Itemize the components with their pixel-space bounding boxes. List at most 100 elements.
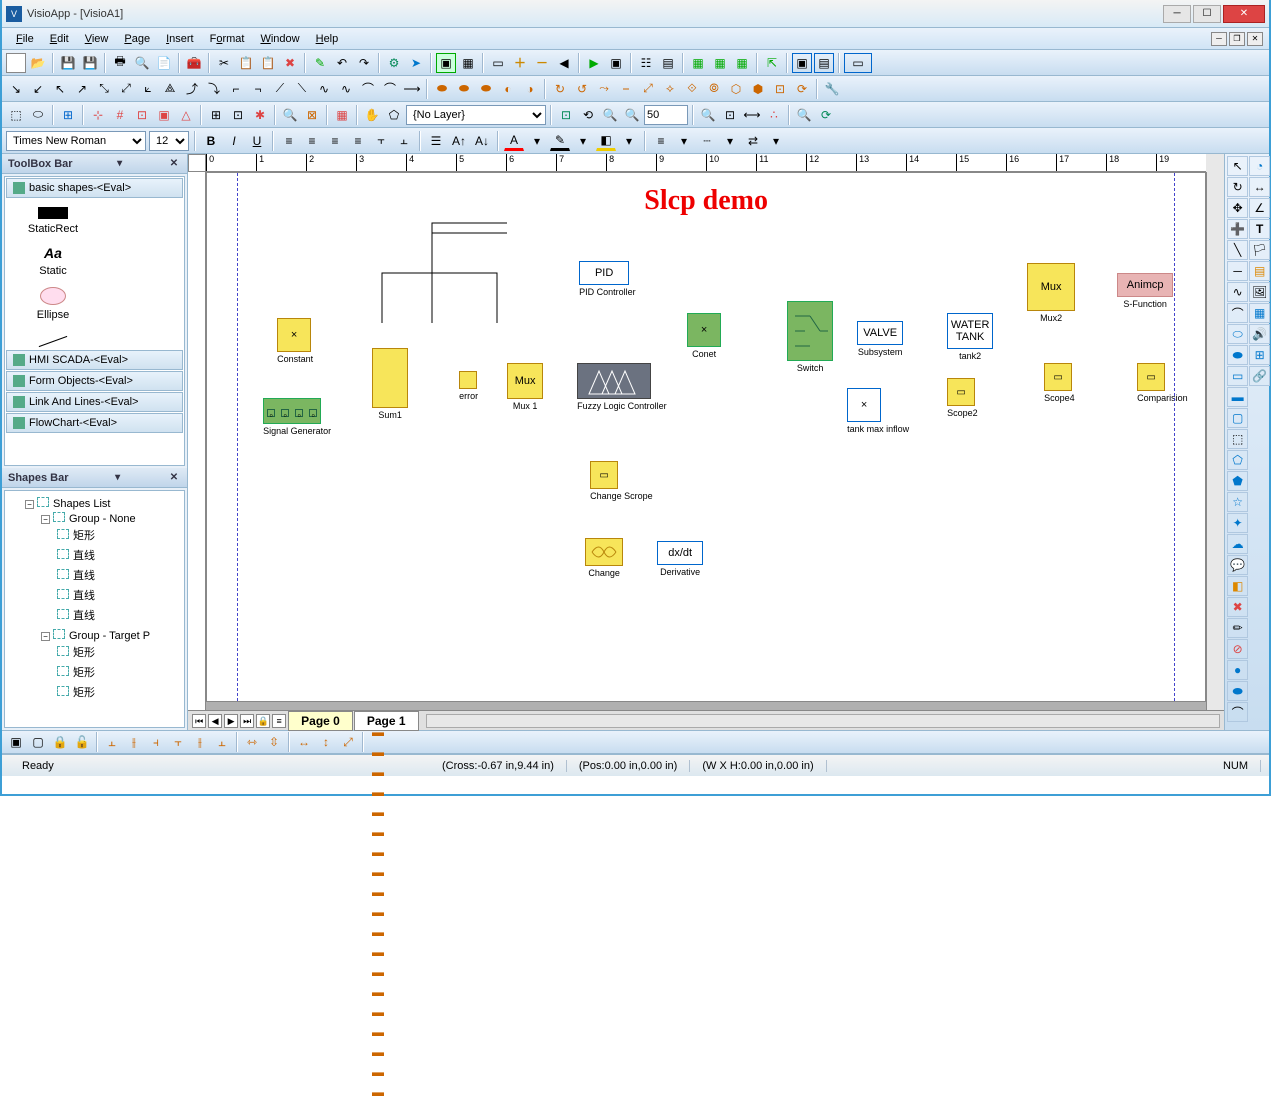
tree-item[interactable]: 矩形 [41,682,180,702]
conn2-icon[interactable]: ↙ [28,79,48,99]
mdi-close[interactable]: ✕ [1247,32,1263,46]
link-icon[interactable]: 🔗 [1249,366,1270,386]
hand-icon[interactable]: ✋ [362,105,382,125]
export-icon[interactable]: ⇱ [762,53,782,73]
arrow-icon[interactable]: ➤ [406,53,426,73]
filled-rect-icon[interactable]: ▬ [1227,387,1248,407]
page[interactable]: Slcp demo [206,172,1206,702]
conn18-icon[interactable]: ⌒ [380,79,400,99]
snap4-icon[interactable]: ▣ [154,105,174,125]
align-extra-icon[interactable]: ▬ [368,862,388,882]
tree-group[interactable]: −Group - None矩形直线直线直线直线 [25,510,180,627]
zoom-page-icon[interactable]: ⟷ [742,105,762,125]
inc-font-icon[interactable]: A↑ [449,131,469,151]
block-tank[interactable]: WATER TANKtank2 [947,313,993,361]
block-error[interactable]: error [459,371,478,401]
move-icon[interactable]: ✥ [1227,198,1248,218]
italic-icon[interactable]: I [224,131,244,151]
tab-page0[interactable]: Page 0 [288,711,353,731]
spray-icon[interactable]: ⊘ [1227,639,1248,659]
grid1-icon[interactable]: ▦ [688,53,708,73]
fill3-icon[interactable]: ⬬ [476,79,496,99]
undo-icon[interactable]: ↶ [332,53,352,73]
fill5-icon[interactable]: ◑ [520,79,540,99]
poly-icon[interactable]: ⬠ [1227,450,1248,470]
zoom1-icon[interactable]: 🔍 [280,105,300,125]
menu-edit[interactable]: Edit [42,30,77,48]
scrollbar-h[interactable] [426,714,1221,728]
zoom-x-icon[interactable]: 🔍 [794,105,814,125]
toolbox-cat-basic[interactable]: basic shapes-<Eval> [6,178,183,198]
pointer-icon[interactable]: ↖ [1227,156,1248,176]
align-extra-icon[interactable]: ▬ [368,1022,388,1042]
toolbox-cat-form[interactable]: Form Objects-<Eval> [6,371,183,391]
tree-item[interactable]: 直线 [41,565,180,585]
block-valve[interactable]: VALVESubsystem [857,321,903,357]
fit1-icon[interactable]: ⊡ [556,105,576,125]
conn11-icon[interactable]: ⌐ [226,79,246,99]
chevron-down-icon[interactable]: ▾ [720,131,740,151]
tab-first[interactable]: ⏮ [192,714,206,728]
delete-icon[interactable]: ✖ [280,53,300,73]
chevron-down-icon[interactable]: ▾ [674,131,694,151]
atop-icon[interactable]: ⫟ [168,732,188,752]
op1-icon[interactable]: ↻ [550,79,570,99]
align-extra-icon[interactable]: ▬ [368,1082,388,1102]
block-animcp[interactable]: AnimcpS-Function [1117,273,1173,309]
tab-last[interactable]: ⏭ [240,714,254,728]
minimize-button[interactable]: ─ [1163,5,1191,23]
op9-icon[interactable]: ⬡ [726,79,746,99]
disth-icon[interactable]: ⇿ [242,732,262,752]
menu-insert[interactable]: Insert [158,30,202,48]
block-mux1[interactable]: MuxMux 1 [507,363,543,411]
rect-icon[interactable]: ▭ [488,53,508,73]
meas-icon[interactable]: ↔ [1249,177,1270,197]
conn16-icon[interactable]: ∿ [336,79,356,99]
grid3-icon[interactable]: ▦ [732,53,752,73]
pin-icon[interactable]: ▾ [114,158,125,169]
group-icon[interactable]: ▣ [436,53,456,73]
arrow-style-icon[interactable]: ⇄ [743,131,763,151]
maximize-button[interactable]: ☐ [1193,5,1221,23]
linecolor-icon[interactable]: ✎ [550,131,570,151]
ellipse2-icon[interactable]: ⬭ [1227,324,1248,344]
distv-icon[interactable]: ⇳ [264,732,284,752]
chevron-down-icon[interactable]: ▾ [573,131,593,151]
block-conet[interactable]: ×Conet [687,313,721,359]
toolbox-icon[interactable]: 🧰 [184,53,204,73]
block-scope2[interactable]: ▭Scope2 [947,378,978,418]
align-center-icon[interactable]: ≡ [302,131,322,151]
tree-item[interactable]: 直线 [41,605,180,625]
samesize-icon[interactable]: ⤢ [338,732,358,752]
align-right-icon[interactable]: ≡ [325,131,345,151]
menu-file[interactable]: File [8,30,42,48]
zoom-fit-icon[interactable]: 🔍 [698,105,718,125]
aleft-icon[interactable]: ⫠ [102,732,122,752]
open-icon[interactable]: 📂 [28,53,48,73]
refresh-icon[interactable]: ⟳ [816,105,836,125]
align-mid-icon[interactable]: ⫠ [394,131,414,151]
view1-icon[interactable]: ▣ [792,53,812,73]
cut-icon[interactable]: ✂ [214,53,234,73]
op11-icon[interactable]: ⊡ [770,79,790,99]
shape-static[interactable]: AaStatic [13,245,93,277]
hline-icon[interactable]: ─ [1227,261,1248,281]
tool-icon[interactable]: 🔧 [822,79,842,99]
cloud-icon[interactable]: ☁ [1227,534,1248,554]
fill1-icon[interactable]: ⬬ [432,79,452,99]
page-setup-icon[interactable]: 📄 [154,53,174,73]
lay1-icon[interactable]: ⊞ [206,105,226,125]
mdi-restore[interactable]: ❐ [1229,32,1245,46]
conn15-icon[interactable]: ∿ [314,79,334,99]
layer-combo[interactable]: {No Layer} [406,105,546,125]
block-tankmax[interactable]: ×tank max inflow [847,388,909,434]
block-change[interactable]: Change [585,538,623,578]
dash-icon[interactable]: ┈ [697,131,717,151]
menu-view[interactable]: View [77,30,117,48]
conn13-icon[interactable]: ⟋ [270,79,290,99]
menu-page[interactable]: Page [116,30,158,48]
redo-icon[interactable]: ↷ [354,53,374,73]
callout-icon[interactable]: 💬 [1227,555,1248,575]
layer1-icon[interactable]: ▦ [332,105,352,125]
star-icon[interactable]: ☆ [1227,492,1248,512]
